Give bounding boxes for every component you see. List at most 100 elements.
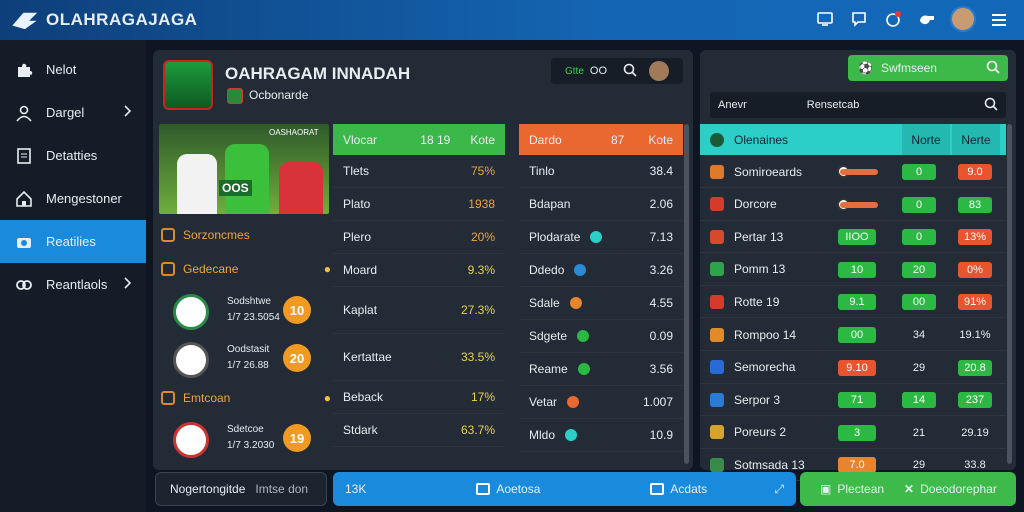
table-row[interactable]: Tinlo 38.4	[519, 155, 683, 188]
table-row[interactable]: Beback 17%	[333, 381, 505, 414]
table-row[interactable]: Rompoo 14 00 34 19.1%	[700, 319, 1006, 351]
bottom-action-bar[interactable]: 13K Aoetosa Acdats ⤢	[333, 472, 796, 506]
list-item[interactable]: Gedecane ●	[161, 262, 331, 276]
square-badge-icon	[161, 391, 175, 405]
value-pill: 14	[902, 392, 936, 409]
table-row[interactable]: Stdark 63.7%	[333, 414, 505, 447]
header-search[interactable]: Gtte OO	[551, 58, 683, 84]
list-item[interactable]: Sorzoncmes	[161, 228, 331, 242]
value-pill: 237	[958, 392, 992, 409]
table-row[interactable]: Ddedo 3.26	[519, 254, 683, 287]
status-dot-icon	[569, 297, 582, 309]
status-dot-icon	[574, 264, 587, 276]
club-sub: 1/7 26.88	[227, 360, 269, 371]
list-item[interactable]: Emtcoan ●	[161, 391, 331, 405]
table-row[interactable]: Poreurs 2 3 21 29.19	[700, 417, 1006, 449]
square-badge-icon	[161, 262, 175, 276]
sidebar-item-label: Dargel	[46, 105, 85, 120]
menu-icon[interactable]	[988, 8, 1010, 30]
search-value: OO	[589, 65, 608, 77]
table-row[interactable]: Kertattae 33.5%	[333, 334, 505, 381]
table-row[interactable]: Pomm 13 10 20 0%	[700, 254, 1006, 286]
table-row[interactable]: Tlets 75%	[333, 155, 505, 188]
scrollbar[interactable]	[1007, 124, 1012, 464]
user-avatar[interactable]	[950, 6, 976, 32]
search-tag: Gtte	[565, 65, 584, 77]
list-item-label: Sorzoncmes	[183, 228, 250, 242]
chevron-right-icon	[124, 105, 132, 120]
notification-icon[interactable]	[882, 8, 904, 30]
table-row[interactable]: Pertar 13 IIOO 0 13%	[700, 221, 1006, 254]
table-row[interactable]: Moard 9.3%	[333, 254, 505, 287]
table-row[interactable]: Dorcore 0 83	[700, 189, 1006, 221]
chevron-right-icon	[124, 277, 132, 292]
right-search[interactable]: ⚽ Swfmseen	[848, 55, 1008, 81]
hero-top-label: OASHAORAT	[269, 128, 319, 137]
tv-icon[interactable]	[814, 8, 836, 30]
close-icon[interactable]: ✕	[904, 482, 914, 496]
table-row[interactable]: Mldo 10.9	[519, 419, 683, 452]
table-row[interactable]: Somiroeards 0 9.0	[700, 156, 1006, 188]
club-icon	[710, 425, 724, 440]
value-pill: 20.8	[958, 359, 992, 376]
sidebar-item-dargel[interactable]: Dargel	[0, 91, 146, 134]
sidebar-item-nelot[interactable]: Nelot	[0, 48, 146, 91]
search-icon[interactable]	[623, 63, 637, 80]
logo-icon	[8, 7, 42, 33]
status-dot-icon	[590, 231, 603, 243]
page-title: OAHRAGAM INNADAH	[225, 64, 411, 83]
status-dot-icon	[567, 396, 580, 408]
table-row[interactable]: Serpor 3 71 14 237	[700, 384, 1006, 417]
value-pill: 9.1	[838, 294, 876, 311]
value-pill: 9.10	[838, 359, 876, 376]
link-icon	[14, 275, 34, 295]
value-pill: 29	[912, 361, 926, 374]
scrollbar[interactable]	[684, 124, 689, 464]
match-image: OASHAORAT OOS	[159, 124, 329, 214]
value-pill: IIOO	[838, 229, 876, 246]
value-pill: 0	[902, 164, 936, 180]
filter-bar[interactable]: Anevr Rensetcab	[710, 92, 1006, 118]
value-pill: 83	[958, 196, 992, 213]
table-row[interactable]: Vetar 1.007	[519, 386, 683, 419]
sidebar-item-detatties[interactable]: Detatties	[0, 134, 146, 177]
table-row[interactable]: Plato 1938	[333, 188, 505, 221]
sidebar-item-reatilies[interactable]: Reatilies	[0, 220, 146, 263]
table-row[interactable]: Rotte 19 9.1 00 91%	[700, 286, 1006, 319]
club-icon	[710, 164, 724, 179]
progress-bar	[840, 169, 878, 175]
club-logo	[173, 342, 209, 378]
avatar[interactable]	[649, 61, 670, 81]
expand-icon[interactable]: ⤢	[774, 482, 784, 497]
table-row[interactable]: Sdale 4.55	[519, 287, 683, 320]
chat-icon[interactable]	[848, 8, 870, 30]
search-icon[interactable]	[986, 60, 1000, 77]
search-icon[interactable]	[984, 97, 998, 114]
sidebar-item-reantlaols[interactable]: Reantlaols	[0, 263, 146, 306]
table-row[interactable]: Plero 20%	[333, 221, 505, 254]
puzzle-icon	[14, 60, 34, 80]
table-row[interactable]: Sdgete 0.09	[519, 320, 683, 353]
table-row[interactable]: Reame 3.56	[519, 353, 683, 386]
table-header: Olenaines Norte Nerte	[700, 124, 1006, 155]
sidebar-item-label: Reatilies	[46, 234, 96, 249]
value-pill: 34	[912, 329, 926, 341]
value-pill: 00	[902, 294, 936, 311]
table-row[interactable]: Plodarate 7.13	[519, 221, 683, 254]
bottom-left-field[interactable]: Nogertongitde Imtse don	[155, 472, 327, 506]
value-pill: 71	[838, 392, 876, 409]
sidebar-item-label: Nelot	[46, 62, 77, 77]
table-row[interactable]: Kaplat 27.3%	[333, 287, 505, 334]
bottom-right-bar[interactable]: ▣ Plectean ✕ Doeodorephar	[800, 472, 1016, 506]
table-row[interactable]: Bdapan 2.06	[519, 188, 683, 221]
stats-table-a: Vlocar 18 19 Kote Tlets 75% Plato 1938 Plero…	[333, 124, 505, 447]
whistle-icon[interactable]	[916, 8, 938, 30]
home-icon	[14, 189, 34, 209]
club-logo	[173, 422, 209, 458]
value-pill: 29	[912, 459, 926, 472]
table-row[interactable]: Semorecha 9.10 29 20.8	[700, 352, 1006, 384]
club-icon	[710, 229, 724, 244]
progress-bar	[840, 201, 878, 208]
sidebar-item-mengestoner[interactable]: Mengestoner	[0, 177, 146, 220]
value-pill: 33.8	[964, 459, 986, 472]
